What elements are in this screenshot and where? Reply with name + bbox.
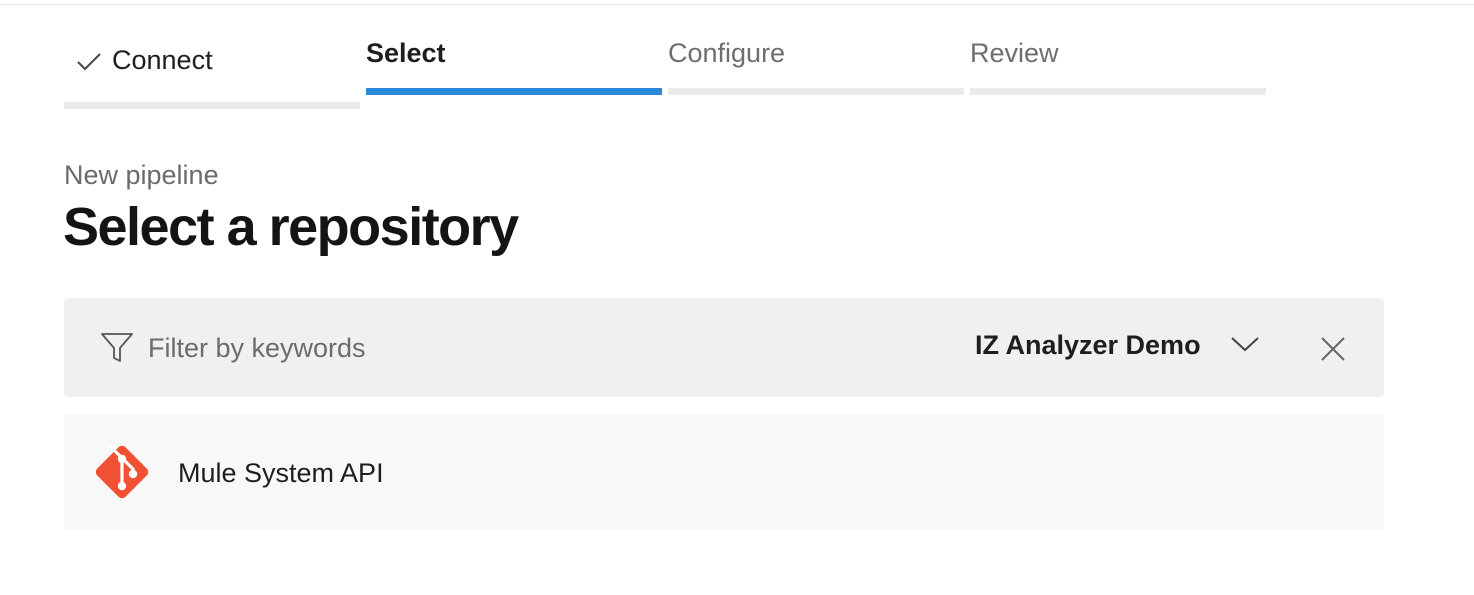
step-configure-progress-bar [668,88,964,95]
filter-icon [101,333,133,362]
step-select-progress-bar [366,88,662,95]
close-icon[interactable] [1318,334,1348,364]
chevron-down-icon [1231,337,1259,352]
step-review-progress-bar [970,88,1266,95]
organization-dropdown[interactable]: IZ Analyzer Demo [964,322,1274,370]
step-select[interactable]: Select [366,0,662,115]
step-connect[interactable]: Connect [64,0,360,115]
filter-keywords-input[interactable] [148,326,748,370]
step-review-label: Review [970,38,1059,68]
filter-bar: IZ Analyzer Demo [64,298,1384,397]
step-configure-label: Configure [668,38,786,68]
organization-label: IZ Analyzer Demo [975,330,1201,360]
repository-list-item[interactable]: Mule System API [64,414,1384,530]
step-configure[interactable]: Configure [668,0,964,115]
page-title: Select a repository [63,197,519,257]
step-review[interactable]: Review [970,0,1266,115]
checkmark-icon [77,53,101,71]
step-select-label: Select [366,38,446,68]
repository-name: Mule System API [178,458,384,488]
git-icon [95,445,149,499]
step-connect-label: Connect [112,45,213,75]
wizard-stepper: Connect Select Configure Review [64,0,1274,115]
step-connect-progress-bar [64,102,360,109]
page-subtitle: New pipeline [64,160,219,190]
